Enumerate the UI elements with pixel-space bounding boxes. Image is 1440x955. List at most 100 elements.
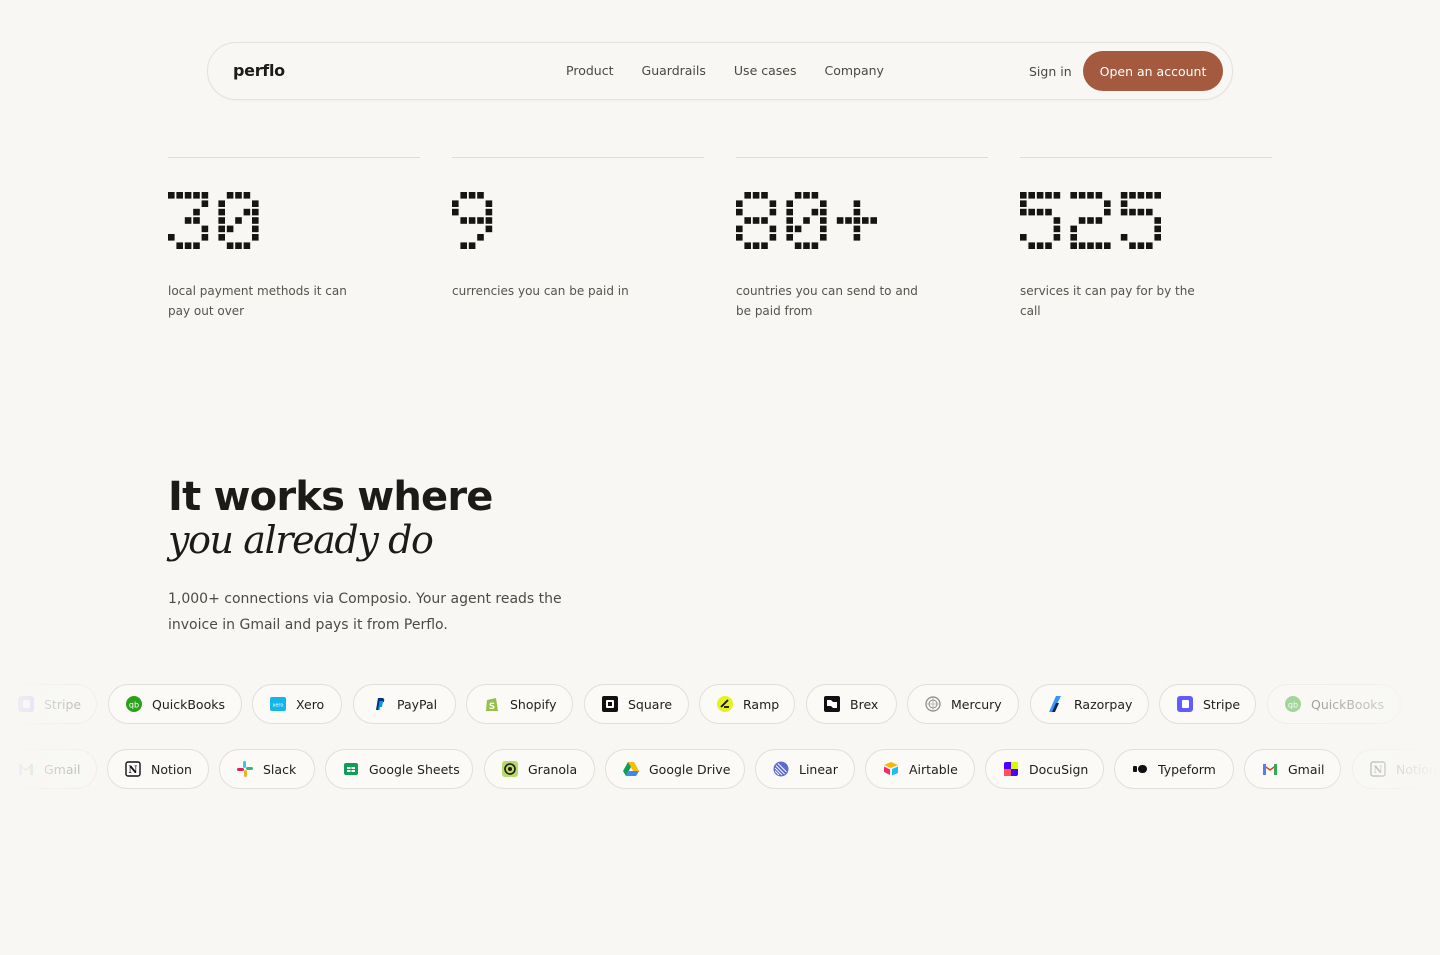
stat-value: [452, 192, 493, 249]
pixel-dot: [252, 200, 259, 207]
quickbooks-icon: qb: [1284, 695, 1302, 713]
pixel-dot: [1104, 242, 1111, 249]
integration-pill-quickbooks[interactable]: qb QuickBooks: [1267, 684, 1401, 724]
nav-link-company[interactable]: Company: [824, 63, 883, 78]
notion-icon: N: [1369, 760, 1387, 778]
pixel-dot: [786, 208, 793, 216]
integration-pill-docusign[interactable]: DocuSign: [985, 749, 1104, 789]
pixel-dot: [786, 234, 793, 241]
svg-text:S: S: [489, 702, 495, 712]
stat-description: currencies you can be paid in: [452, 283, 629, 298]
pixel-dot: [243, 242, 251, 249]
mercury-icon: [924, 695, 942, 713]
pixel-dot: [477, 192, 484, 199]
integration-pill-paypal[interactable]: PayPal: [353, 684, 456, 724]
pixel-dot: [485, 208, 493, 216]
integration-pill-notion[interactable]: N Notion: [107, 749, 209, 789]
stat-description: services it can pay for by the call: [1020, 283, 1195, 318]
pixel-dot: [744, 192, 751, 199]
pixel-dot: [1036, 242, 1044, 249]
nav-links: Product Guardrails Use cases Company: [208, 63, 1232, 78]
shopify-icon: S: [483, 695, 501, 713]
pixel-dot: [820, 225, 827, 233]
pixel-dot: [1078, 242, 1086, 249]
integration-pill-gmail[interactable]: Gmail: [0, 749, 97, 789]
pixel-dot: [1154, 234, 1161, 241]
pixel-dot: [736, 225, 743, 233]
gmail-icon: [1261, 760, 1279, 778]
integration-pill-ramp[interactable]: Ramp: [699, 684, 795, 724]
integration-pill-granola[interactable]: Granola: [484, 749, 595, 789]
pixel-dot: [769, 225, 777, 233]
pixel-dot: [1146, 208, 1153, 216]
pixel-dot: [193, 192, 200, 199]
pixel-dot: [184, 217, 192, 224]
pixel-dot: [811, 208, 819, 216]
pixel-dot: [1095, 217, 1103, 224]
pixel-dot: [853, 208, 861, 216]
stat-value: [168, 192, 259, 249]
airtable-icon: [882, 760, 900, 778]
notion-icon: N: [124, 760, 142, 778]
pixel-dot: [235, 192, 242, 199]
integration-pill-slack[interactable]: Slack: [219, 749, 315, 789]
integration-pill-square[interactable]: Square: [584, 684, 689, 724]
pixel-dot: [752, 192, 760, 199]
integration-pill-airtable[interactable]: Airtable: [865, 749, 975, 789]
pixel-dot: [193, 217, 200, 224]
nav-link-product[interactable]: Product: [566, 63, 613, 78]
pixel-dot: [1154, 217, 1161, 224]
pixel-dot: [845, 217, 852, 224]
integration-pill-razorpay[interactable]: Razorpay: [1030, 684, 1149, 724]
pixel-dot: [1020, 208, 1027, 216]
integration-pill-shopify[interactable]: S Shopify: [466, 684, 573, 724]
pixel-dot: [752, 242, 760, 249]
integration-pill-mercury[interactable]: Mercury: [907, 684, 1019, 724]
pixel-dot: [468, 217, 476, 224]
section-lede: 1,000+ connections via Composio. Your ag…: [168, 591, 562, 633]
open-account-button[interactable]: Open an account: [1083, 51, 1223, 91]
stripe-icon: [1176, 695, 1194, 713]
pixel-dot: [736, 234, 743, 241]
svg-text:N: N: [1373, 765, 1382, 776]
quickbooks-icon: qb: [125, 695, 143, 713]
svg-text:N: N: [128, 765, 137, 776]
integration-pill-google-sheets[interactable]: Google Sheets: [325, 749, 473, 789]
pixel-dot: [1045, 192, 1052, 199]
integration-pill-brex[interactable]: Brex: [806, 684, 897, 724]
integration-pill-linear[interactable]: Linear: [755, 749, 855, 789]
integration-pill-quickbooks[interactable]: qb QuickBooks: [108, 684, 242, 724]
pixel-dot: [193, 208, 200, 216]
integrations-row-finance: Stripe qb QuickBooks xero Xero PayPal S Shopify…: [0, 684, 1440, 728]
pixel-dot: [1120, 192, 1128, 199]
pixel-dot: [1120, 234, 1128, 241]
ramp-icon: [716, 695, 734, 713]
integration-pill-notion[interactable]: N Notion: [1352, 749, 1440, 789]
sign-in-link[interactable]: Sign in: [1029, 64, 1072, 79]
pixel-dot: [1045, 242, 1052, 249]
pixel-dot: [1020, 200, 1027, 207]
pixel-dot: [184, 242, 192, 249]
stat-countries: countries you can send to and be paid fr…: [736, 157, 988, 321]
pixel-dot: [744, 217, 751, 224]
pixel-dot: [1104, 208, 1111, 216]
integration-pill-stripe[interactable]: Stripe: [1159, 684, 1256, 724]
pixel-dot: [477, 234, 484, 241]
integration-label: Brex: [850, 696, 879, 712]
pixel-dot: [1036, 208, 1044, 216]
google-sheets-icon: [342, 760, 360, 778]
integration-label: Granola: [528, 761, 578, 777]
integration-pill-stripe[interactable]: Stripe: [0, 684, 97, 724]
nav-link-guardrails[interactable]: Guardrails: [642, 63, 706, 78]
integration-pill-google-drive[interactable]: Google Drive: [605, 749, 745, 789]
square-icon: [601, 695, 619, 713]
pixel-dot: [811, 192, 819, 199]
google-drive-icon: [622, 760, 640, 778]
integration-pill-xero[interactable]: xero Xero: [252, 684, 342, 724]
integration-pill-typeform[interactable]: Typeform: [1114, 749, 1234, 789]
integration-pill-gmail[interactable]: Gmail: [1244, 749, 1341, 789]
brex-icon: [823, 695, 841, 713]
integration-label: Stripe: [1203, 696, 1241, 712]
nav-link-use-cases[interactable]: Use cases: [734, 63, 797, 78]
pixel-dot: [1137, 208, 1145, 216]
